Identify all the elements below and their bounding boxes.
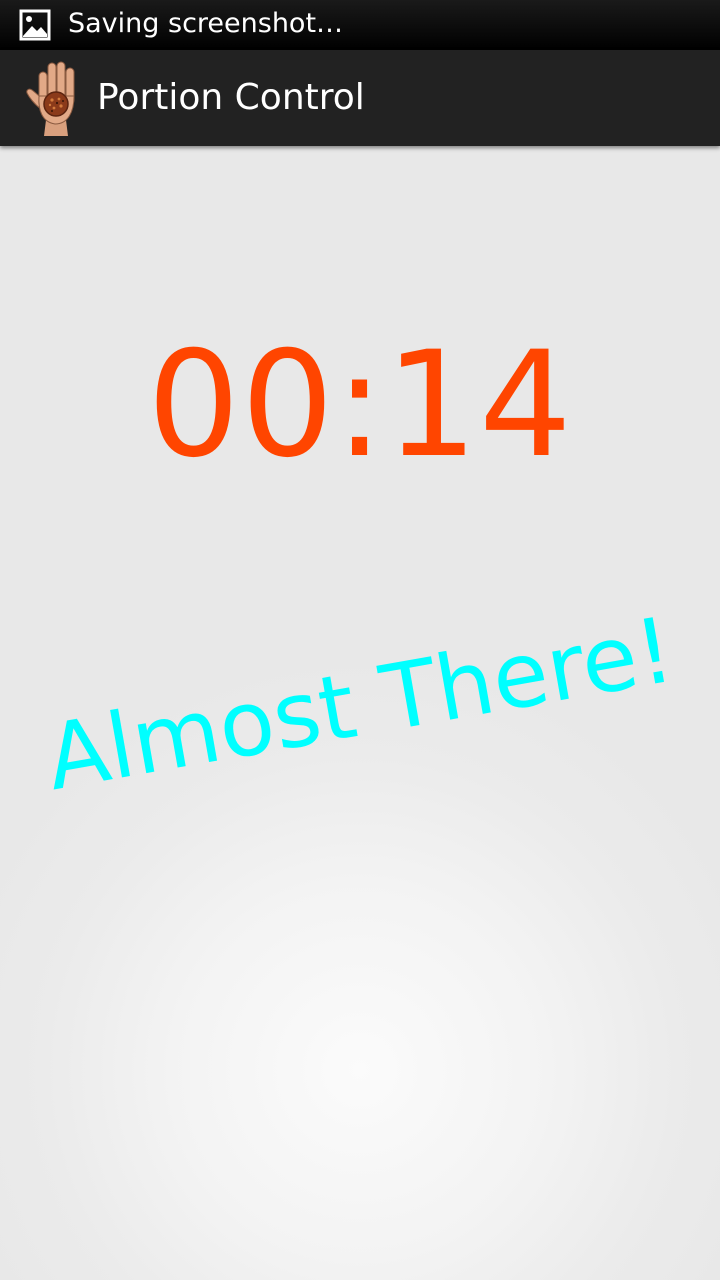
countdown-timer: 00:14 bbox=[147, 320, 573, 490]
status-bar: Saving screenshot… bbox=[0, 0, 720, 50]
screen: Saving screenshot… Portion Control 00:14… bbox=[0, 0, 720, 1280]
hand-with-cookie-icon[interactable] bbox=[24, 60, 90, 136]
action-bar[interactable]: Portion Control bbox=[0, 50, 720, 146]
status-notification-text: Saving screenshot… bbox=[68, 8, 344, 39]
encouragement-message: Almost There! bbox=[38, 597, 682, 812]
app-title: Portion Control bbox=[97, 77, 365, 118]
image-icon bbox=[19, 9, 51, 41]
